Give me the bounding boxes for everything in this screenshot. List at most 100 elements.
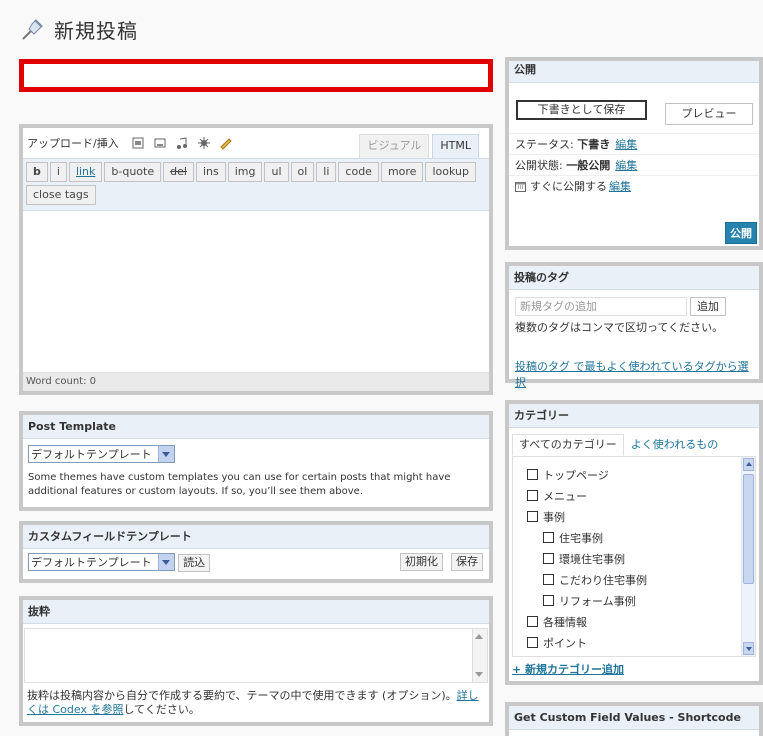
custom-field-template-title: カスタムフィールドテンプレート — [23, 525, 489, 549]
categories-title: カテゴリー — [509, 404, 759, 428]
checkbox-icon[interactable] — [543, 553, 554, 564]
load-button[interactable]: 読込 — [178, 554, 211, 572]
schedule-label: すぐに公開する — [530, 179, 607, 193]
custom-field-values-title: Get Custom Field Values - Shortcode — [509, 706, 759, 730]
scroll-thumb[interactable] — [743, 474, 754, 584]
category-item[interactable]: トップページ — [513, 464, 755, 485]
editor-mode-tabs: ビジュアル HTML — [356, 134, 479, 158]
category-checklist: トップページ メニュー 事例 住宅事例 環境住宅事例 こだわり住宅事例 リフォー… — [512, 456, 756, 657]
quicktag-blockquote-button[interactable]: b-quote — [104, 162, 162, 182]
custom-field-values-box: Get Custom Field Values - Shortcode — [505, 702, 763, 736]
excerpt-note: 抜粋は投稿内容から自分で作成する要約で、テーマの中で使用できます (オプション)… — [23, 689, 489, 717]
quicktag-li-button[interactable]: li — [316, 162, 337, 182]
scroll-up-icon[interactable] — [743, 458, 754, 471]
quicktag-ins-button[interactable]: ins — [195, 162, 226, 182]
tab-visual[interactable]: ビジュアル — [359, 134, 430, 158]
quicktag-bold-button[interactable]: b — [26, 162, 48, 182]
post-editor: アップロード/挿入 ビジュアル HTML b i link b-quote de… — [19, 124, 493, 395]
quicktag-close-tags-button[interactable]: close tags — [26, 185, 96, 205]
popular-tags-link[interactable]: 投稿のタグ で最もよく使われているタグから選択 — [515, 358, 753, 390]
pencil-icon[interactable] — [219, 136, 233, 150]
category-item[interactable]: こだわり住宅事例 — [513, 569, 755, 590]
page-title: 新規投稿 — [54, 18, 138, 43]
preview-button[interactable]: プレビュー — [665, 103, 753, 125]
new-tag-input[interactable]: 新規タグの追加 — [515, 297, 687, 316]
category-label: トップページ — [543, 468, 609, 482]
category-item[interactable]: メニュー — [513, 485, 755, 506]
post-template-selected: デフォルトテンプレート — [31, 448, 152, 461]
visibility-label: 公開状態: — [515, 158, 563, 172]
chevron-down-icon — [157, 446, 174, 462]
custom-field-template-selected: デフォルトテンプレート — [31, 556, 152, 569]
checkbox-icon[interactable] — [527, 469, 538, 480]
post-content-textarea[interactable] — [23, 213, 489, 373]
excerpt-textarea[interactable] — [25, 629, 487, 682]
category-item[interactable]: リフォーム事例 — [513, 590, 755, 611]
category-scrollbar[interactable] — [741, 457, 755, 656]
checkbox-icon[interactable] — [527, 616, 538, 627]
save-draft-button[interactable]: 下書きとして保存 — [516, 100, 647, 120]
tab-all-categories[interactable]: すべてのカテゴリー — [512, 434, 624, 456]
category-tabs: すべてのカテゴリー よく使われるもの — [509, 434, 759, 456]
status-label: ステータス: — [515, 137, 574, 151]
quicktag-link-button[interactable]: link — [68, 162, 103, 182]
excerpt-title: 抜粋 — [23, 600, 489, 624]
quicktag-img-button[interactable]: img — [227, 162, 263, 182]
checkbox-icon[interactable] — [543, 574, 554, 585]
category-label: 各種情報 — [543, 615, 587, 629]
checkbox-icon[interactable] — [527, 637, 538, 648]
publish-button[interactable]: 公開 — [725, 222, 757, 244]
category-item[interactable]: 各種情報 — [513, 611, 755, 632]
quicktag-lookup-button[interactable]: lookup — [425, 162, 476, 182]
tags-title: 投稿のタグ — [509, 266, 759, 290]
quicktag-del-button[interactable]: del — [163, 162, 194, 182]
quicktag-more-button[interactable]: more — [380, 162, 424, 182]
edit-status-link[interactable]: 編集 — [615, 134, 637, 155]
visibility-value: 一般公開 — [566, 158, 611, 172]
checkbox-icon[interactable] — [527, 490, 538, 501]
post-template-select[interactable]: デフォルトテンプレート — [28, 445, 175, 463]
category-item[interactable]: 環境住宅事例 — [513, 548, 755, 569]
add-tag-button[interactable]: 追加 — [690, 297, 726, 316]
tab-html[interactable]: HTML — [432, 134, 479, 158]
tags-box: 投稿のタグ 新規タグの追加 追加 複数のタグはコンマで区切ってください。 投稿の… — [505, 262, 763, 389]
edit-visibility-link[interactable]: 編集 — [615, 155, 637, 176]
scroll-down-icon[interactable] — [743, 642, 754, 655]
add-image-icon[interactable] — [131, 136, 145, 150]
custom-field-template-box: カスタムフィールドテンプレート デフォルトテンプレート 読込 初期化 保存 — [19, 521, 493, 583]
add-video-icon[interactable] — [153, 136, 167, 150]
category-item[interactable]: 住宅事例 — [513, 527, 755, 548]
custom-field-template-select[interactable]: デフォルトテンプレート — [28, 553, 175, 571]
pushpin-icon — [22, 19, 43, 40]
status-value: 下書き — [577, 137, 611, 151]
excerpt-scrollbar[interactable] — [472, 629, 487, 682]
post-template-title: Post Template — [23, 415, 489, 439]
category-item[interactable]: ポイント — [513, 632, 755, 653]
post-title-field-wrapper — [19, 59, 493, 92]
post-template-description: Some themes have custom templates you ca… — [28, 472, 451, 497]
checkbox-icon[interactable] — [543, 532, 554, 543]
tags-hint: 複数のタグはコンマで区切ってください。 — [515, 321, 724, 334]
status-row: ステータス: 下書き 編集 — [509, 133, 759, 154]
save-button[interactable]: 保存 — [451, 553, 483, 571]
publish-box: 公開 下書きとして保存 プレビュー ステータス: 下書き 編集 公開状態: 一般公… — [505, 57, 763, 250]
tab-popular-categories[interactable]: よく使われるもの — [624, 434, 725, 456]
category-label: リフォーム事例 — [559, 594, 636, 608]
add-category-link[interactable]: + 新規カテゴリー追加 — [512, 661, 624, 677]
checkbox-icon[interactable] — [543, 595, 554, 606]
edit-schedule-link[interactable]: 編集 — [609, 176, 631, 197]
visibility-row: 公開状態: 一般公開 編集 — [509, 154, 759, 175]
quicktag-code-button[interactable]: code — [338, 162, 379, 182]
add-audio-icon[interactable] — [175, 136, 189, 150]
category-item[interactable]: 事例 — [513, 506, 755, 527]
post-template-box: Post Template デフォルトテンプレート Some themes ha… — [19, 411, 493, 511]
post-title-input[interactable] — [24, 64, 488, 87]
quicktag-ol-button[interactable]: ol — [290, 162, 315, 182]
quicktag-italic-button[interactable]: i — [49, 162, 67, 182]
checkbox-icon[interactable] — [527, 511, 538, 522]
quicktag-ul-button[interactable]: ul — [264, 162, 289, 182]
publish-title: 公開 — [509, 61, 759, 83]
add-media-icon[interactable] — [197, 136, 211, 150]
reset-button[interactable]: 初期化 — [400, 553, 443, 571]
page-header: 新規投稿 — [20, 14, 138, 44]
